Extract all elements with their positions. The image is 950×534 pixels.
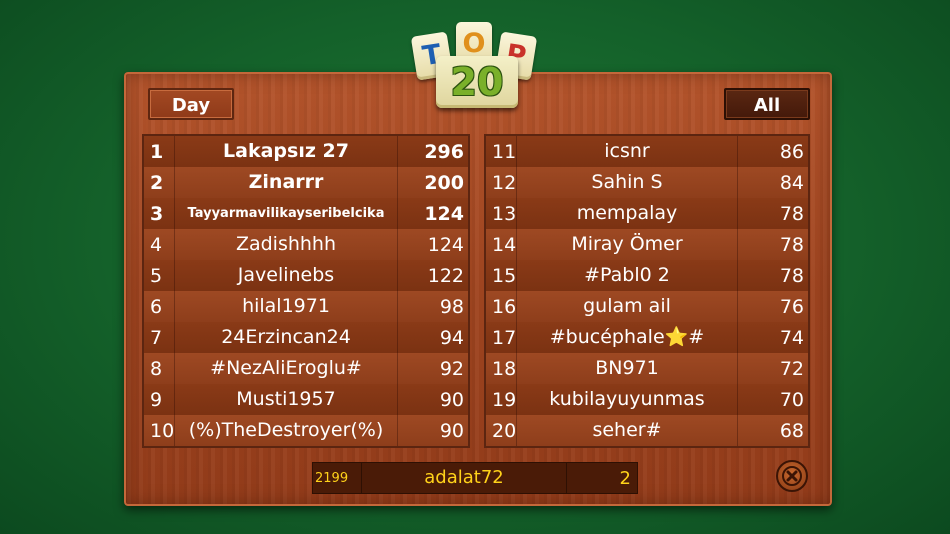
leaderboard-table-right: 11 icsnr 86 12 Sahin S 84 13 mempalay 78… [484,134,810,448]
player-name: Sahin S [516,167,738,198]
rank: 19 [492,388,517,411]
leaderboard-row: 1 Lakapsız 27 296 [144,136,468,167]
player-name: kubilayuyunmas [516,384,738,415]
player-name: #NezAliEroglu# [174,353,398,384]
player-name: Miray Ömer [516,229,738,260]
score: 94 [439,326,464,349]
rank: 2 [150,171,164,194]
score: 84 [779,171,804,194]
leaderboard-row: 5 Javelinebs 122 [144,260,468,291]
player-name: Tayyarmavilikayseribelcika [174,198,398,229]
leaderboard-row: 10 (%)TheDestroyer(%) 90 [144,415,468,446]
rank: 6 [150,295,163,318]
rank: 14 [492,233,517,256]
player-name: Lakapsız 27 [174,136,398,167]
rank: 9 [150,388,163,411]
leaderboard-row: 8 #NezAliEroglu# 92 [144,353,468,384]
rank: 20 [492,419,517,442]
close-icon [782,466,802,486]
current-player-rank: 2199 [315,470,349,486]
leaderboard-row: 18 BN971 72 [486,353,808,384]
leaderboard-row: 17 #bucéphale⭐# 74 [486,322,808,353]
score: 78 [779,233,804,256]
leaderboard-row: 2 Zinarrr 200 [144,167,468,198]
rank: 16 [492,295,517,318]
leaderboard-row: 11 icsnr 86 [486,136,808,167]
leaderboard-row: 3 Tayyarmavilikayseribelcika 124 [144,198,468,229]
leaderboard-row: 6 hilal1971 98 [144,291,468,322]
score: 90 [439,388,464,411]
logo-number: 20 [436,56,518,108]
player-name: mempalay [516,198,738,229]
leaderboard-row: 7 24Erzincan24 94 [144,322,468,353]
leaderboard-row: 20 seher# 68 [486,415,808,446]
score: 92 [439,357,464,380]
day-button[interactable]: Day [148,88,234,120]
all-button[interactable]: All [724,88,810,120]
score: 70 [779,388,804,411]
rank: 11 [492,140,517,163]
rank: 5 [150,264,163,287]
top20-logo: T O P 20 [410,16,542,108]
player-name: Zinarrr [174,167,398,198]
score: 68 [779,419,804,442]
score: 86 [779,140,804,163]
score: 124 [424,202,464,225]
leaderboard-row: 12 Sahin S 84 [486,167,808,198]
leaderboard-row: 13 mempalay 78 [486,198,808,229]
leaderboard-row: 4 Zadishhhh 124 [144,229,468,260]
player-name: icsnr [516,136,738,167]
rank: 4 [150,233,163,256]
player-name: Zadishhhh [174,229,398,260]
score: 200 [424,171,464,194]
current-player-row: 2199 adalat72 2 [312,462,638,494]
current-player-name: adalat72 [361,463,567,493]
leaderboard-row: 16 gulam ail 76 [486,291,808,322]
rank: 10 [150,419,175,442]
player-name: 24Erzincan24 [174,322,398,353]
player-name: gulam ail [516,291,738,322]
player-name: Javelinebs [174,260,398,291]
rank: 12 [492,171,517,194]
score: 74 [779,326,804,349]
rank: 1 [150,140,164,163]
player-name: seher# [516,415,738,446]
player-name: hilal1971 [174,291,398,322]
player-name: (%)TheDestroyer(%) [174,415,398,446]
player-name: Musti1957 [174,384,398,415]
score: 296 [424,140,464,163]
score: 124 [427,233,464,256]
rank: 13 [492,202,517,225]
player-name: BN971 [516,353,738,384]
rank: 7 [150,326,163,349]
rank: 17 [492,326,517,349]
score: 90 [439,419,464,442]
current-player-score: 2 [619,467,631,489]
score: 76 [779,295,804,318]
rank: 8 [150,357,163,380]
rank: 18 [492,357,517,380]
score: 78 [779,202,804,225]
score: 122 [427,264,464,287]
leaderboard-row: 9 Musti1957 90 [144,384,468,415]
score: 98 [439,295,464,318]
leaderboard-table-left: 1 Lakapsız 27 296 2 Zinarrr 200 3 Tayyar… [142,134,470,448]
score: 72 [779,357,804,380]
score: 78 [779,264,804,287]
leaderboard-row: 14 Miray Ömer 78 [486,229,808,260]
leaderboard-row: 15 #Pabl0 2 78 [486,260,808,291]
player-name: #bucéphale⭐# [516,322,738,353]
rank: 3 [150,202,164,225]
close-button[interactable] [776,460,808,492]
rank: 15 [492,264,517,287]
player-name: #Pabl0 2 [516,260,738,291]
leaderboard-row: 19 kubilayuyunmas 70 [486,384,808,415]
